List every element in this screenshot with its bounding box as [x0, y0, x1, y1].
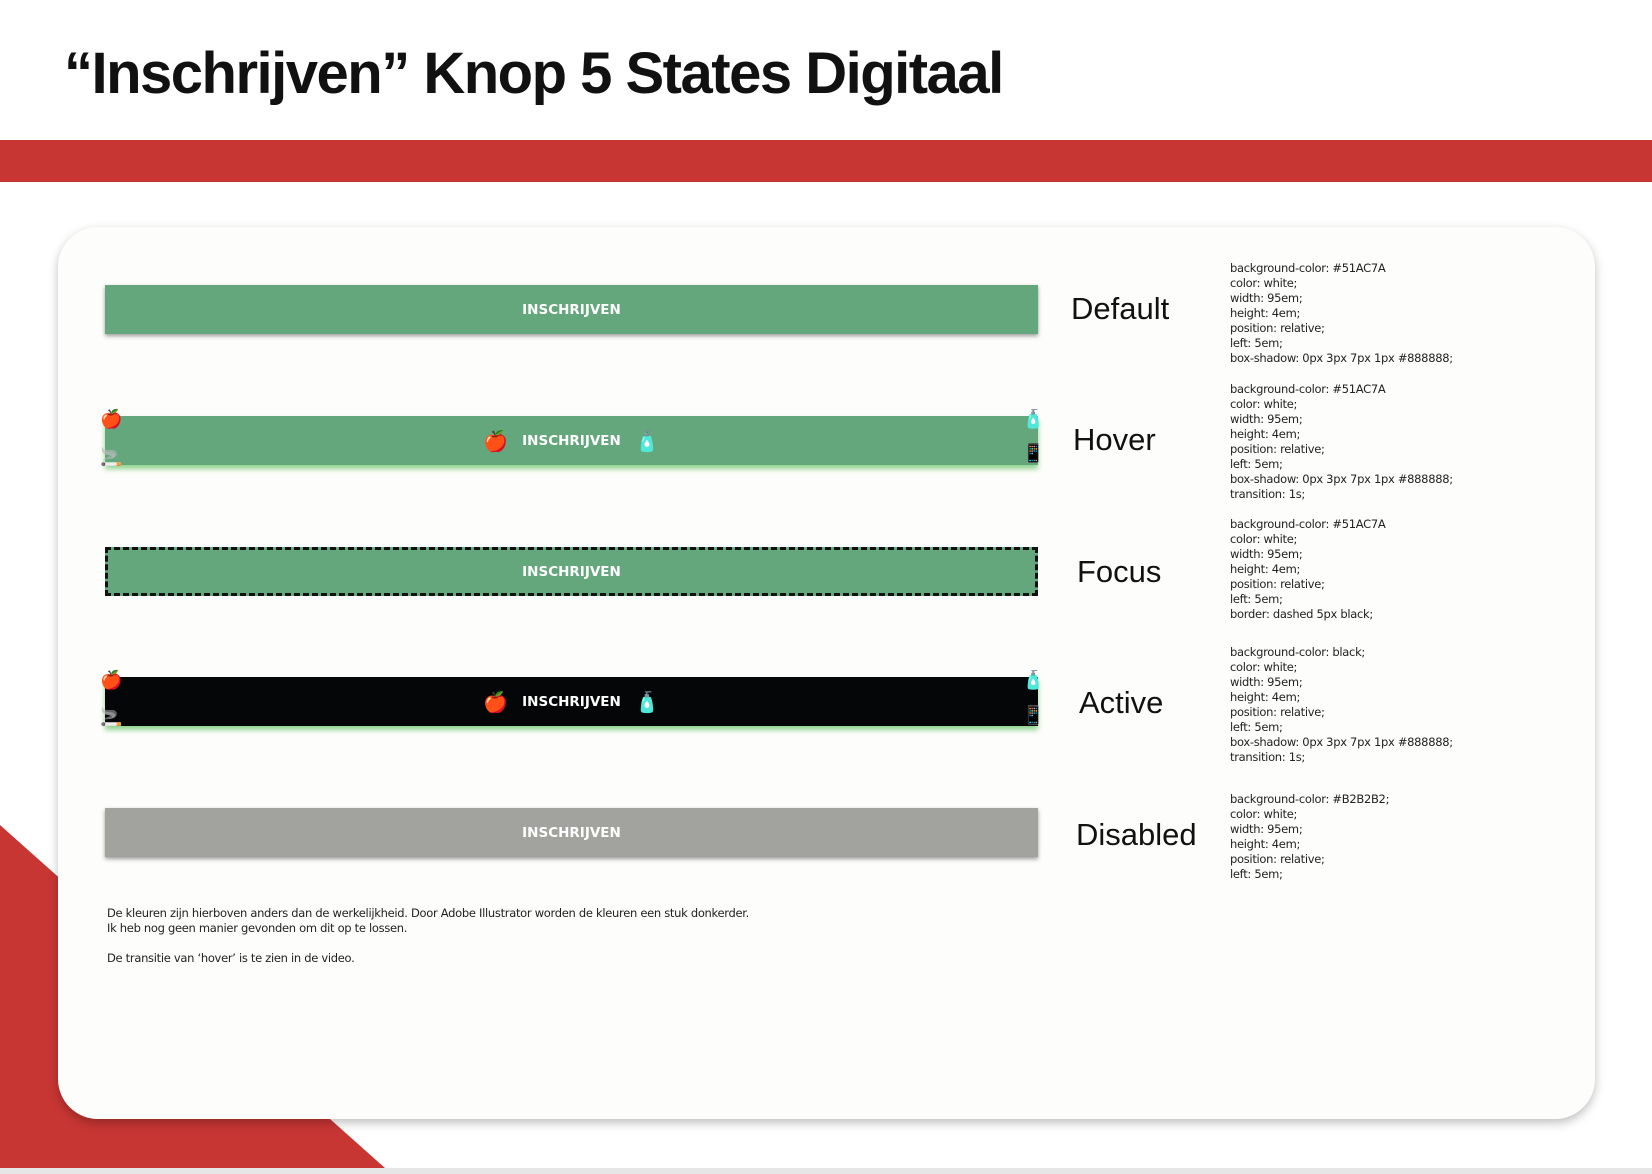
css-spec-line: color: white;: [1230, 532, 1298, 546]
inschrijven-button-default[interactable]: INSCHRIJVEN: [105, 285, 1038, 334]
css-spec-line: box-shadow: 0px 3px 7px 1px #888888;: [1230, 472, 1453, 486]
button-label: INSCHRIJVEN: [522, 563, 621, 580]
inschrijven-button-active[interactable]: 🍎 INSCHRIJVEN 🧴: [105, 677, 1038, 726]
state-label-hover: Hover: [1073, 422, 1156, 457]
css-spec-line: background-color: black;: [1230, 645, 1366, 659]
css-spec-line: position: relative;: [1230, 442, 1325, 456]
inschrijven-button-hover[interactable]: 🍎 INSCHRIJVEN 🧴: [105, 416, 1038, 465]
css-spec-line: width: 95em;: [1230, 412, 1303, 426]
cigarette-icon: 🚬: [100, 447, 123, 467]
css-spec-line: color: white;: [1230, 397, 1298, 411]
state-label-focus: Focus: [1077, 554, 1162, 589]
css-spec-line: left: 5em;: [1230, 457, 1283, 471]
button-label: INSCHRIJVEN: [522, 301, 621, 318]
state-label-active: Active: [1079, 685, 1164, 720]
css-spec-focus: background-color: #51AC7A color: white; wi…: [1230, 517, 1386, 622]
css-spec-line: background-color: #51AC7A: [1230, 261, 1386, 275]
css-spec-line: height: 4em;: [1230, 306, 1301, 320]
apple-core-icon: 🍎: [100, 409, 123, 429]
css-spec-line: height: 4em;: [1230, 562, 1301, 576]
css-spec-line: height: 4em;: [1230, 837, 1301, 851]
inschrijven-button-disabled: INSCHRIJVEN: [105, 808, 1038, 857]
css-spec-active: background-color: black; color: white; wid…: [1230, 645, 1453, 765]
apple-core-icon: 🍎: [483, 428, 509, 453]
bottle-icon: 🧴: [634, 428, 660, 453]
css-spec-line: left: 5em;: [1230, 592, 1283, 606]
css-spec-line: color: white;: [1230, 660, 1298, 674]
css-spec-line: position: relative;: [1230, 852, 1325, 866]
css-spec-line: background-color: #51AC7A: [1230, 517, 1386, 531]
css-spec-line: width: 95em;: [1230, 547, 1303, 561]
bottle-icon: 🧴: [1022, 409, 1045, 429]
css-spec-line: position: relative;: [1230, 321, 1325, 335]
state-label-disabled: Disabled: [1076, 817, 1197, 852]
inschrijven-button-focus[interactable]: INSCHRIJVEN: [105, 547, 1038, 596]
css-spec-line: transition: 1s;: [1230, 750, 1306, 764]
css-spec-line: position: relative;: [1230, 705, 1325, 719]
bottom-divider: [0, 1168, 1652, 1174]
apple-core-icon: 🍎: [483, 689, 509, 714]
button-label: INSCHRIJVEN: [522, 432, 621, 449]
phone-icon: 📱: [1022, 705, 1045, 725]
bottle-icon: 🧴: [634, 689, 660, 714]
css-spec-line: box-shadow: 0px 3px 7px 1px #888888;: [1230, 351, 1453, 365]
css-spec-line: width: 95em;: [1230, 291, 1303, 305]
cigarette-icon: 🚬: [100, 707, 123, 727]
css-spec-line: background-color: #51AC7A: [1230, 382, 1386, 396]
note-line: De transitie van ‘hover’ is te zien in d…: [107, 951, 355, 965]
css-spec-hover: background-color: #51AC7A color: white; wi…: [1230, 382, 1453, 502]
button-label: INSCHRIJVEN: [522, 693, 621, 710]
css-spec-disabled: background-color: #B2B2B2; color: white; w…: [1230, 792, 1389, 882]
css-spec-line: left: 5em;: [1230, 867, 1283, 881]
css-spec-line: box-shadow: 0px 3px 7px 1px #888888;: [1230, 735, 1453, 749]
state-label-default: Default: [1071, 291, 1170, 326]
phone-icon: 📱: [1022, 443, 1045, 463]
css-spec-line: width: 95em;: [1230, 675, 1303, 689]
css-spec-line: height: 4em;: [1230, 427, 1301, 441]
note-line: Ik heb nog geen manier gevonden om dit o…: [107, 921, 408, 935]
css-spec-line: transition: 1s;: [1230, 487, 1306, 501]
css-spec-line: border: dashed 5px black;: [1230, 607, 1373, 621]
bottle-icon: 🧴: [1022, 670, 1045, 690]
css-spec-line: left: 5em;: [1230, 336, 1283, 350]
apple-core-icon: 🍎: [100, 670, 123, 690]
css-spec-line: height: 4em;: [1230, 690, 1301, 704]
css-spec-line: color: white;: [1230, 807, 1298, 821]
css-spec-line: position: relative;: [1230, 577, 1325, 591]
css-spec-line: width: 95em;: [1230, 822, 1303, 836]
button-label: INSCHRIJVEN: [522, 824, 621, 841]
css-spec-line: left: 5em;: [1230, 720, 1283, 734]
css-spec-line: background-color: #B2B2B2;: [1230, 792, 1390, 806]
note-line: De kleuren zijn hierboven anders dan de …: [107, 906, 749, 920]
css-spec-default: background-color: #51AC7A color: white; wi…: [1230, 261, 1453, 366]
css-spec-line: color: white;: [1230, 276, 1298, 290]
